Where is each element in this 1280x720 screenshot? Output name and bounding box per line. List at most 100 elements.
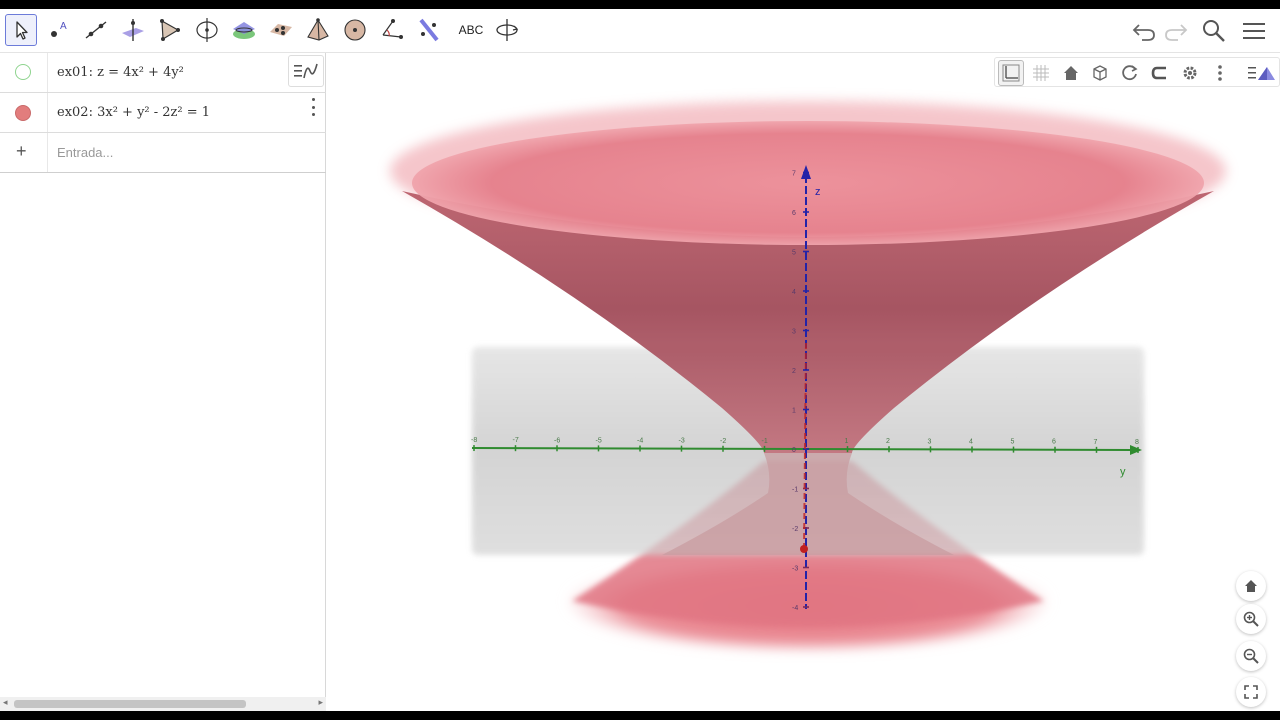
fullscreen-button[interactable] <box>1236 677 1266 707</box>
add-item-icon[interactable]: + <box>16 141 27 162</box>
z-tick-label: 6 <box>792 210 796 217</box>
description-mode-icon <box>294 63 318 79</box>
zoom-out-icon <box>1243 648 1259 664</box>
algebra-expression[interactable]: ex01: z = 4x² + 4y² <box>57 65 184 80</box>
y-tick-label: -5 <box>596 437 602 444</box>
line-icon <box>85 21 107 39</box>
text-tool-label: ABC <box>458 23 484 37</box>
more-options-button[interactable] <box>1207 60 1233 86</box>
z-tick-label: 1 <box>792 408 796 415</box>
input-bar[interactable]: Entrada... <box>57 145 113 160</box>
redo-icon <box>1165 24 1188 41</box>
rotate-icon <box>1122 65 1138 81</box>
reflect-tool-button[interactable] <box>413 14 445 46</box>
more-icon <box>1218 65 1222 81</box>
z-axis-label: z <box>815 186 821 198</box>
geogebra-window: A ABC ex01: z = 4x² + 4y² ex02: 3x² + y²… <box>0 9 1280 711</box>
view-cube-icon <box>1093 65 1107 81</box>
y-tick-label: -2 <box>720 438 726 445</box>
main-menu-button[interactable] <box>1240 17 1268 45</box>
visibility-toggle-ex01[interactable] <box>15 64 31 80</box>
z-tick-label: -4 <box>792 605 798 612</box>
projection-button[interactable] <box>1147 60 1173 86</box>
y-tick-label: -1 <box>762 438 768 445</box>
circle-axis-icon <box>196 18 218 42</box>
scrollbar-thumb[interactable] <box>14 700 246 708</box>
graphics-3d-view[interactable]: -8 -7 -6 -5 -4 -3 -2 -1 1 2 3 4 5 6 7 8 y 7 6 5 4 3 2 1 0 -1 -2 -… <box>332 53 1280 711</box>
perspectives-button[interactable] <box>1247 60 1277 86</box>
show-axes-button[interactable] <box>998 60 1024 86</box>
algebra-view: ex01: z = 4x² + 4y² ex02: 3x² + y² - 2z²… <box>0 53 326 711</box>
sphere-tool-button[interactable] <box>339 14 371 46</box>
scene-canvas[interactable]: -8 -7 -6 -5 -4 -3 -2 -1 1 2 3 4 5 6 7 8 y 7 6 5 4 3 2 1 0 -1 -2 -… <box>332 53 1280 711</box>
graphics-settings-button[interactable] <box>1177 60 1203 86</box>
undo-button[interactable] <box>1130 17 1158 45</box>
zoom-in-button[interactable] <box>1236 604 1266 634</box>
rotate-view-tool-button[interactable] <box>491 14 523 46</box>
visibility-toggle-ex02[interactable] <box>15 105 31 121</box>
polygon-tool-button[interactable] <box>154 14 186 46</box>
zoom-in-icon <box>1243 611 1259 627</box>
reflect-icon <box>419 18 439 42</box>
z-tick-label: 3 <box>792 329 796 336</box>
undo-icon <box>1132 24 1155 41</box>
intersect-surfaces-tool-button[interactable] <box>228 14 260 46</box>
algebra-scrollbar[interactable]: ◂ ▸ <box>0 697 326 711</box>
projection-icon <box>1151 66 1166 80</box>
algebra-divider <box>47 53 48 92</box>
main-toolbar: A ABC <box>0 9 1280 53</box>
algebra-description-toggle[interactable] <box>288 55 324 87</box>
angle-icon <box>382 19 403 39</box>
fullscreen-icon <box>1244 685 1258 699</box>
z-tick-label: 2 <box>792 368 796 375</box>
move-tool-button[interactable] <box>5 14 37 46</box>
triangle-icon <box>160 19 180 41</box>
intersect-surfaces-icon <box>233 22 255 39</box>
scroll-right-icon[interactable]: ▸ <box>318 698 323 708</box>
line-tool-button[interactable] <box>80 14 112 46</box>
search-button[interactable] <box>1200 17 1228 45</box>
svg-text:A: A <box>60 21 67 32</box>
menu-icon <box>1243 23 1265 39</box>
home-icon <box>1064 66 1078 80</box>
algebra-divider <box>47 93 48 132</box>
y-tick-label: 8 <box>1135 439 1139 446</box>
algebra-item-ex02[interactable]: ex02: 3x² + y² - 2z² = 1 <box>0 93 326 133</box>
y-tick-label: -6 <box>554 437 560 444</box>
view-cube-button[interactable] <box>1087 60 1113 86</box>
y-axis-label: y <box>1120 466 1126 478</box>
algebra-expression[interactable]: ex02: 3x² + y² - 2z² = 1 <box>57 105 210 120</box>
axes-icon <box>1002 64 1020 82</box>
plane-points-icon <box>270 24 292 36</box>
home-view-icon <box>1245 580 1257 592</box>
angle-tool-button[interactable] <box>376 14 408 46</box>
z-tick-label: 5 <box>792 250 796 257</box>
y-tick-label: -7 <box>513 437 519 444</box>
z-tick-label: 0 <box>792 447 796 454</box>
perpendicular-line-tool-button[interactable] <box>117 14 149 46</box>
algebra-divider <box>47 133 48 172</box>
standard-view-button[interactable] <box>1058 60 1084 86</box>
algebra-item-ex01[interactable]: ex01: z = 4x² + 4y² <box>0 53 326 93</box>
pyramid-tool-button[interactable] <box>302 14 334 46</box>
object-label: ex01 <box>57 65 89 80</box>
show-grid-button[interactable] <box>1028 60 1054 86</box>
object-label: ex02 <box>57 105 89 120</box>
y-tick-label: 3 <box>928 438 932 445</box>
plane-through-points-tool-button[interactable] <box>265 14 297 46</box>
home-view-button[interactable] <box>1236 571 1266 601</box>
auto-rotate-button[interactable] <box>1117 60 1143 86</box>
rotate-view-icon <box>496 19 519 41</box>
object-definition: 3x² + y² - 2z² = 1 <box>97 105 211 120</box>
circle-around-line-tool-button[interactable] <box>191 14 223 46</box>
text-tool-button[interactable]: ABC <box>452 14 490 46</box>
point-tool-button[interactable]: A <box>43 14 75 46</box>
zoom-out-button[interactable] <box>1236 641 1266 671</box>
y-tick-label: 5 <box>1011 439 1015 446</box>
scroll-left-icon[interactable]: ◂ <box>3 698 8 708</box>
item-more-menu[interactable] <box>310 98 316 116</box>
sphere-icon <box>344 19 366 41</box>
redo-button[interactable] <box>1162 17 1190 45</box>
graphics-style-bar <box>994 57 1280 87</box>
algebra-input-row[interactable]: + Entrada... <box>0 133 326 173</box>
